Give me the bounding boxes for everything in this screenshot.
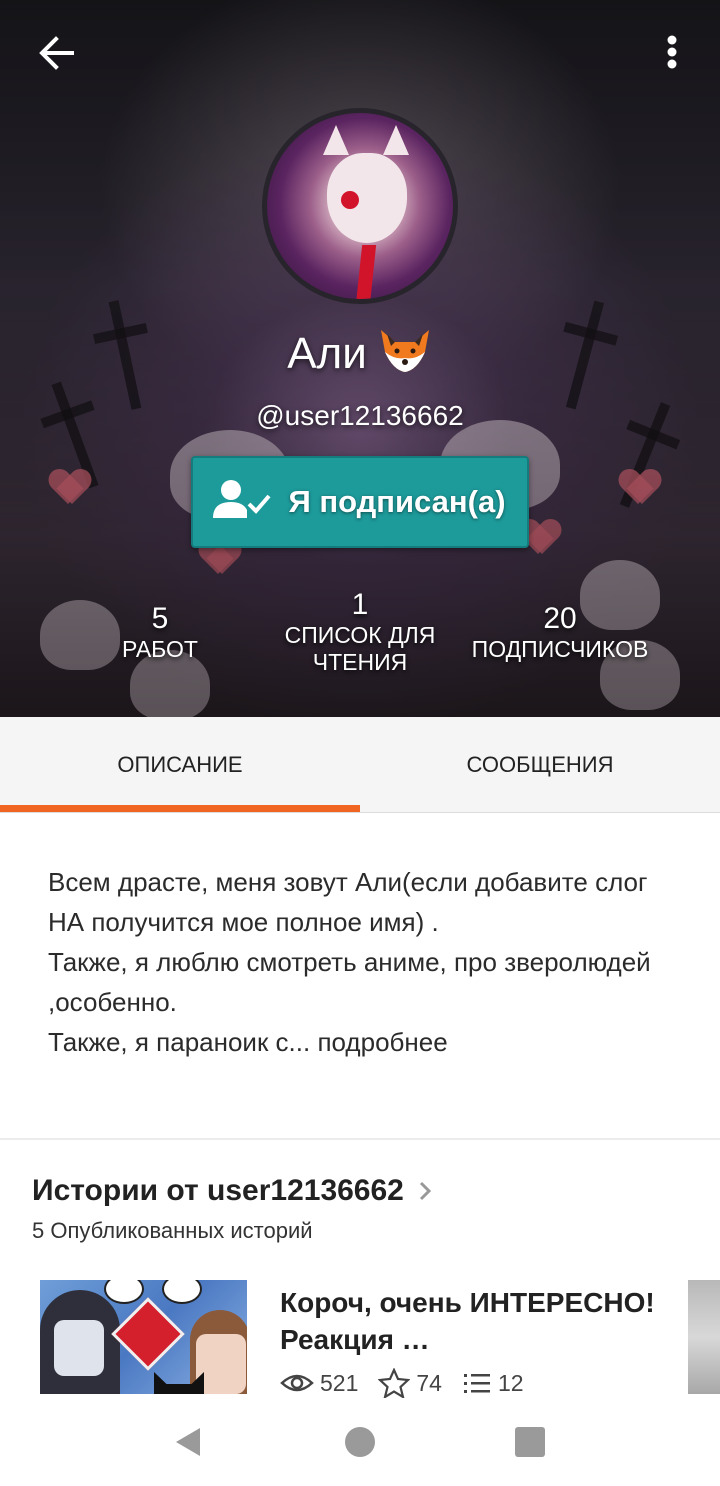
more-vertical-icon <box>667 35 677 69</box>
stat-reading-lists[interactable]: 1 СПИСОК ДЛЯ ЧТЕНИЯ <box>270 588 450 676</box>
star-icon <box>378 1368 411 1398</box>
story-stats: 521 74 12 <box>280 1368 544 1398</box>
system-recents-button[interactable] <box>512 1424 548 1460</box>
next-story-cover[interactable] <box>688 1280 720 1394</box>
following-button-label: Я подписан(а) <box>288 484 506 519</box>
avatar[interactable] <box>262 108 458 304</box>
square-recents-icon <box>515 1427 545 1457</box>
cover-art-gem <box>111 1297 185 1371</box>
stat-reading-lists-label: СПИСОК ДЛЯ ЧТЕНИЯ <box>284 622 436 675</box>
profile-name: Али <box>0 326 720 379</box>
story-parts-count: 12 <box>497 1369 524 1396</box>
avatar-ear <box>323 125 349 155</box>
avatar-ear <box>383 125 409 155</box>
avatar-eye <box>341 191 359 209</box>
stat-followers-value: 20 <box>543 602 577 635</box>
stat-followers-label: ПОДПИСЧИКОВ <box>471 636 649 662</box>
tab-messages[interactable]: СООБЩЕНИЯ <box>360 717 720 812</box>
display-name: Али <box>287 329 367 378</box>
stat-works-value: 5 <box>151 602 169 635</box>
profile-handle: @user12136662 <box>256 400 464 431</box>
more-options-button[interactable] <box>650 26 694 82</box>
stories-count: 5 Опубликованных историй <box>32 1218 313 1243</box>
triangle-back-icon <box>176 1428 200 1456</box>
stat-reading-lists-value: 1 <box>351 588 369 621</box>
arrow-left-icon <box>39 36 74 70</box>
stories-title: Истории от user12136662 <box>32 1174 404 1207</box>
list-icon <box>463 1374 490 1393</box>
cover-art-face <box>54 1320 104 1376</box>
stat-works[interactable]: 5 РАБОТ <box>100 602 220 663</box>
story-votes-count: 74 <box>416 1369 442 1396</box>
story-votes: 74 <box>378 1368 442 1398</box>
story-title[interactable]: Короч, очень ИНТЕРЕСНО! Реакция … <box>280 1284 660 1358</box>
profile-tabs: ОПИСАНИЕ СООБЩЕНИЯ <box>0 717 720 813</box>
section-divider <box>0 1138 720 1140</box>
system-back-button[interactable] <box>170 1424 206 1460</box>
story-parts: 12 <box>462 1370 524 1397</box>
following-button[interactable]: Я подписан(а) <box>191 456 529 548</box>
avatar-tie <box>355 245 377 299</box>
back-button[interactable] <box>28 26 84 82</box>
stat-followers[interactable]: 20 ПОДПИСЧИКОВ <box>460 602 660 663</box>
system-navigation-bar <box>0 1398 720 1486</box>
fox-icon <box>377 326 433 376</box>
chevron-right-icon <box>419 1181 431 1201</box>
story-cover[interactable] <box>40 1280 247 1394</box>
user-check-icon <box>213 480 271 518</box>
system-home-button[interactable] <box>342 1424 378 1460</box>
story-views: 521 <box>280 1370 358 1397</box>
read-more-link[interactable]: подробнее <box>317 1027 447 1057</box>
cover-art-hand <box>104 1280 144 1304</box>
profile-description: Всем драсте, меня зовут Али(если добавит… <box>48 862 678 1062</box>
eye-icon <box>280 1374 314 1392</box>
story-views-count: 521 <box>320 1369 359 1396</box>
avatar-face <box>327 153 407 243</box>
cover-art-hand <box>162 1280 202 1304</box>
profile-header: Али @user12136662 Я подписан(а) 5 РАБОТ … <box>0 0 720 717</box>
stat-works-label: РАБОТ <box>122 636 198 662</box>
tab-description[interactable]: ОПИСАНИЕ <box>0 717 360 812</box>
stories-section-header[interactable]: Истории от user12136662 <box>32 1174 438 1208</box>
circle-home-icon <box>345 1427 375 1457</box>
